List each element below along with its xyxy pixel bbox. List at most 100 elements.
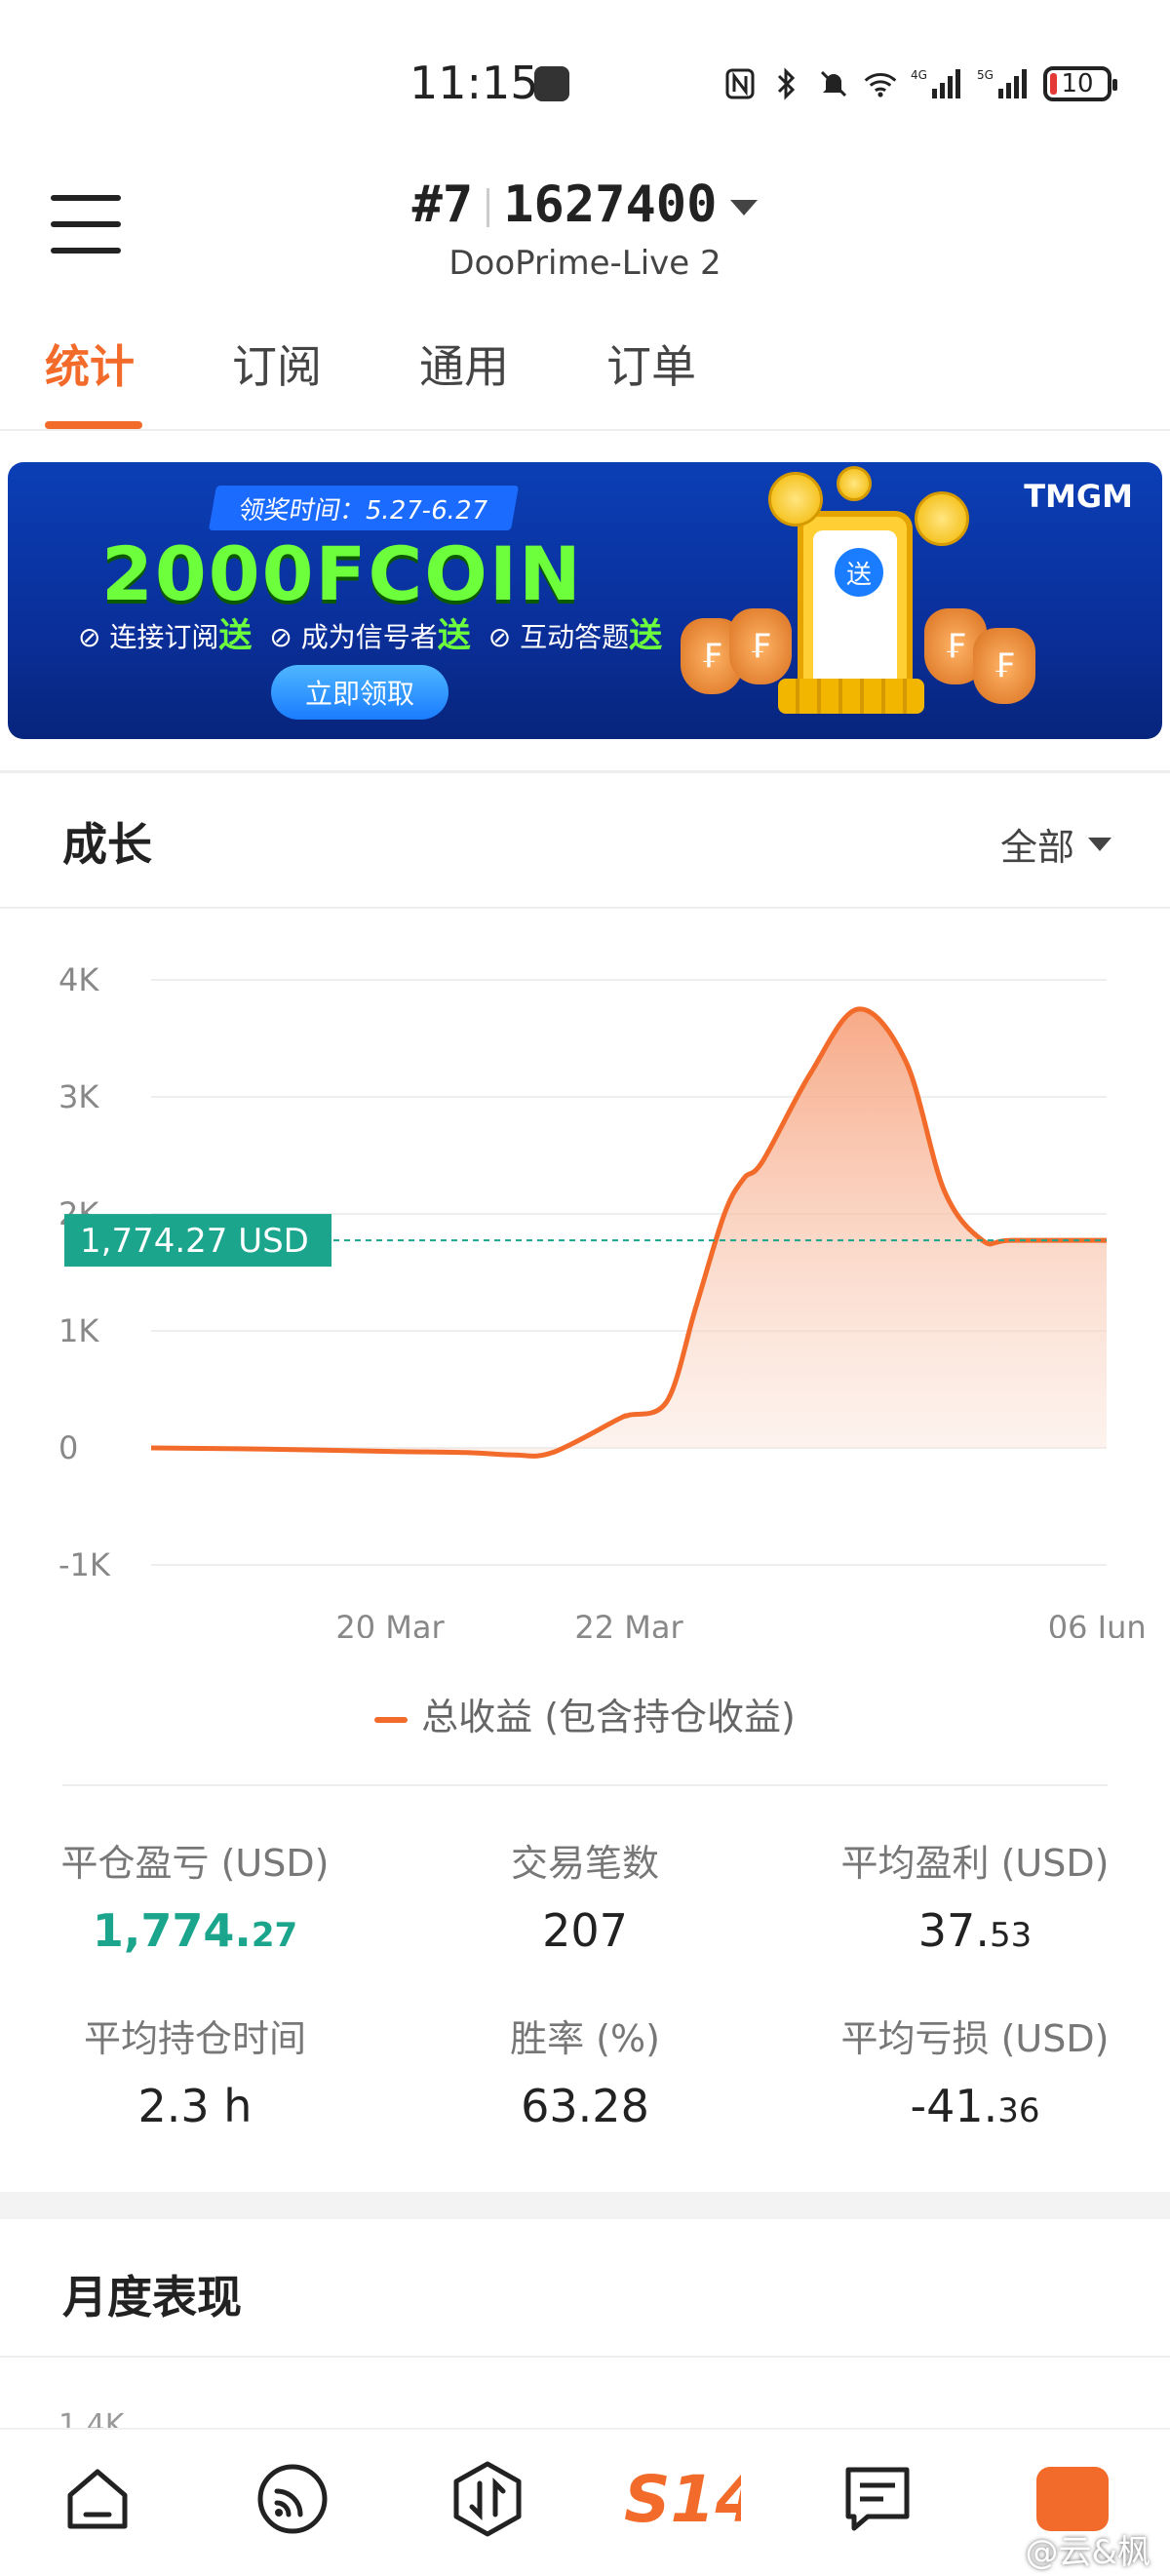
tmgm-logo: TMGM [1024,478,1133,515]
nav-messages[interactable] [834,2455,921,2543]
stat-label: 平均持仓时间 [83,2017,306,2060]
stat-win-rate: 胜率 (%) 63.28 [390,2009,780,2132]
tab-active-indicator [45,421,142,429]
stat-value: 207 [390,1904,780,1957]
y-tick-label: 1K [58,1312,99,1349]
section-separator [0,2192,1170,2219]
growth-chart[interactable]: 4K 3K 2K 1K 0 -1K 1,774.27 USD 20 Mar 22 Mar 06 J… [0,936,1170,1646]
svg-text:5G: 5G [977,68,994,82]
coin-illustration [915,491,969,546]
monthly-divider [0,2356,1170,2358]
stat-avg-loss: 平均亏损 (USD) -41.36 [780,2009,1170,2132]
banner-item: ⊘ 互动答题送 [488,616,663,655]
stat-value-main: 207 [542,1904,628,1957]
banner-item-highlight: 送 [437,616,471,655]
stat-value: 1,774.27 [0,1904,390,1957]
stat-value-decimal: 36 [997,2091,1040,2130]
monthly-title: 月度表现 [62,2271,242,2323]
notification-app-icon [534,66,569,101]
stat-avg-hold-time: 平均持仓时间 2.3 h [0,2009,390,2132]
stat-label: 交易笔数 [510,1842,659,1885]
stats-divider [62,1784,1108,1786]
stat-avg-profit: 平均盈利 (USD) 37.53 [780,1833,1170,1957]
home-icon [67,2469,128,2529]
growth-divider [0,907,1170,909]
money-bag-illustration: ₣ [973,628,1035,704]
mute-icon [817,67,850,100]
account-number: #7 [411,176,474,234]
nav-signals[interactable] [249,2455,336,2543]
tabs-divider [0,429,1170,431]
stat-label: 平均亏损 (USD) [840,2017,1110,2060]
chevron-down-icon [1088,837,1112,851]
stat-value-main: 37. [917,1904,990,1957]
profile-icon [1036,2467,1109,2531]
account-server: DooPrime-Live 2 [448,244,722,283]
nav-s14[interactable]: S14 [624,2455,741,2543]
y-tick-label: -1K [58,1546,111,1583]
tab-general[interactable]: 通用 [419,332,509,396]
banner-period: 领奖时间：5.27-6.27 [208,486,520,530]
5g-signal-icon: 5G [977,67,1030,100]
svg-text:S14: S14 [624,2465,741,2533]
nav-trade[interactable] [444,2455,531,2543]
stat-value: -41.36 [780,2080,1170,2132]
stat-closed-pnl: 平仓盈亏 (USD) 1,774.27 [0,1833,390,1957]
tab-orders[interactable]: 订单 [606,332,696,396]
banner-divider [0,770,1170,773]
stat-value-decimal: 53 [989,1916,1033,1955]
stat-value-decimal: 27 [251,1916,298,1955]
battery-level-text: 10 [1061,69,1094,98]
stat-value-main: 1,774. [92,1904,252,1957]
nav-home[interactable] [54,2455,141,2543]
account-selector[interactable]: #7 1627400 DooPrime-Live 2 [0,176,1170,283]
chart-legend[interactable]: 总收益 (包含持仓收益) [0,1687,1170,1740]
stat-value: 37.53 [780,1904,1170,1957]
banner-item-text: 连接订阅 [109,621,219,653]
current-value-label: 1,774.27 USD [80,1222,309,1261]
claim-now-button[interactable]: 立即领取 [271,665,448,720]
battery-level [1050,73,1057,95]
banner-items: ⊘ 连接订阅送 ⊘ 成为信号者送 ⊘ 互动答题送 [78,608,662,656]
promo-banner[interactable]: 领奖时间：5.27-6.27 2000FCOIN ⊘ 连接订阅送 ⊘ 成为信号者… [8,462,1162,739]
battery-icon: 10 [1043,66,1117,101]
banner-item-text: 互动答题 [520,621,630,653]
y-tick-label: 0 [58,1429,78,1466]
growth-chart-svg: 4K3K2K1K0-1K1,774.27 USD20 Mar 22 Mar 06 J… [58,961,1147,1646]
phone-badge: 送 [835,548,883,597]
banner-item-highlight: 送 [629,616,663,655]
stat-trade-count: 交易笔数 207 [390,1833,780,1957]
s14-logo: S14 [624,2465,741,2533]
period-filter-dropdown[interactable]: 全部 [1000,817,1112,871]
stat-label: 平仓盈亏 (USD) [60,1842,330,1885]
banner-item-highlight: 送 [218,616,253,655]
watermark: @云&枫 [1025,2533,1150,2572]
4g-signal-icon: 4G [911,67,963,100]
tab-stats[interactable]: 统计 [45,332,135,396]
growth-title: 成长 [62,818,152,871]
stat-value-main: -41. [910,2080,998,2132]
stat-value: 2.3 h [0,2080,390,2132]
account-id: 1627400 [503,176,718,234]
account-separator [487,188,490,227]
svg-text:4G: 4G [911,68,927,82]
chevron-down-icon [730,200,759,215]
banner-item: ⊘ 成为信号者送 [269,616,471,655]
bottom-nav: S14 [0,2428,1170,2576]
signals-icon [257,2464,328,2534]
coin-illustration [837,466,872,501]
wifi-icon [864,67,897,100]
y-tick-label: 4K [58,961,99,998]
period-filter-label: 全部 [999,826,1074,869]
x-tick-label: 06 Jun [1048,1609,1147,1638]
status-icons: 4G 5G 10 [723,62,1117,105]
legend-label: 总收益 (包含持仓收益) [421,1696,796,1738]
tab-subscribe[interactable]: 订阅 [232,332,322,396]
status-time: 11:15 [410,57,539,109]
trade-icon [453,2461,522,2537]
tab-bar: 统计 订阅 通用 订单 [0,332,1170,429]
stat-value: 63.28 [390,2080,780,2132]
messages-icon [845,2467,910,2531]
banner-item: ⊘ 连接订阅送 [78,616,253,655]
stat-label: 平均盈利 (USD) [840,1842,1110,1885]
